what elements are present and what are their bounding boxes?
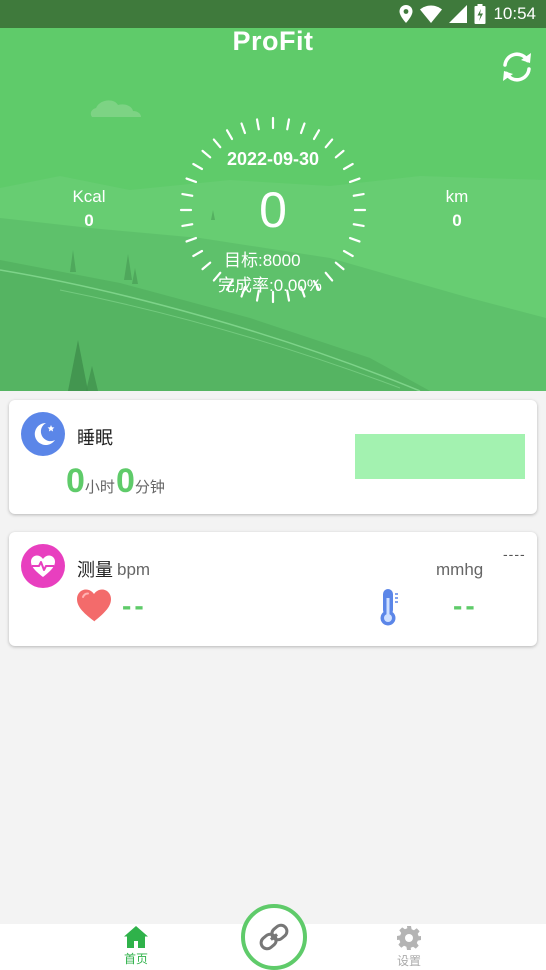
bpm-unit: bpm	[117, 560, 151, 579]
gauge-tick	[240, 122, 247, 135]
location-icon	[399, 5, 413, 23]
gauge-tick	[342, 249, 354, 258]
km-label: km	[445, 187, 469, 206]
heart-rate-value: --	[122, 590, 147, 621]
gauge-tick	[324, 271, 334, 282]
nav-settings-label: 设置	[396, 954, 421, 968]
gauge-tick	[201, 261, 212, 271]
kcal-stat: Kcal 0	[49, 187, 129, 231]
nav-home[interactable]: 首页	[106, 924, 166, 967]
battery-icon	[474, 4, 486, 24]
dashboard-date: 2022-09-30	[226, 149, 320, 169]
gauge-tick	[286, 118, 291, 131]
sleep-minutes-unit: 分钟	[134, 479, 165, 496]
gauge-tick	[334, 261, 345, 271]
sleep-hours: 0	[66, 462, 85, 500]
mmhg-unit: mmhg	[436, 560, 484, 579]
nav-settings[interactable]: 设置	[379, 924, 439, 969]
sleep-minutes: 0	[115, 462, 135, 500]
kcal-label: Kcal	[72, 187, 106, 206]
sleep-chart-bar	[355, 434, 525, 479]
signal-icon	[449, 5, 468, 23]
heart-icon	[77, 589, 111, 622]
link-icon	[259, 923, 289, 951]
wifi-icon	[420, 5, 443, 23]
device-connect-button[interactable]	[241, 904, 307, 970]
step-goal: 目标:8000	[224, 251, 301, 270]
measure-card[interactable]: 测量 bpm mmhg ---- -- --	[9, 532, 537, 646]
sleep-card[interactable]: 睡眠 0 小时 0 分钟	[9, 400, 537, 514]
measure-extra-value: ----	[503, 546, 526, 562]
measure-title: 测量	[77, 560, 113, 580]
refresh-icon[interactable]	[498, 48, 536, 86]
gauge-tick	[225, 129, 234, 141]
kcal-value: 0	[84, 211, 94, 230]
heartbeat-icon	[21, 544, 65, 588]
gauge-tick	[324, 138, 334, 149]
step-count: 0	[259, 182, 287, 238]
thermometer-icon	[380, 589, 398, 626]
home-icon	[124, 926, 148, 948]
sleep-hours-unit: 小时	[84, 479, 115, 496]
gear-icon	[397, 926, 421, 950]
blood-pressure-value: --	[453, 590, 478, 621]
completion-rate: 完成率:0.00%	[218, 276, 322, 295]
step-dashboard: ProFit 2022-09-30 0 目标:8000 完成率:0.00% Kc…	[0, 28, 546, 391]
app-title: ProFit	[232, 28, 314, 56]
status-time: 10:54	[493, 4, 536, 23]
gauge-tick	[212, 138, 222, 149]
gauge-tick	[312, 129, 321, 141]
km-value: 0	[452, 211, 462, 230]
status-bar: 10:54	[0, 0, 546, 28]
nav-home-label: 首页	[123, 952, 148, 966]
gauge-tick	[192, 249, 204, 258]
gauge-tick	[255, 118, 260, 131]
sleep-title: 睡眠	[77, 428, 113, 448]
sleep-duration: 0 小时 0 分钟	[66, 462, 166, 501]
moon-icon	[21, 412, 65, 456]
gauge-tick	[299, 122, 306, 135]
distance-stat: km 0	[417, 187, 497, 231]
